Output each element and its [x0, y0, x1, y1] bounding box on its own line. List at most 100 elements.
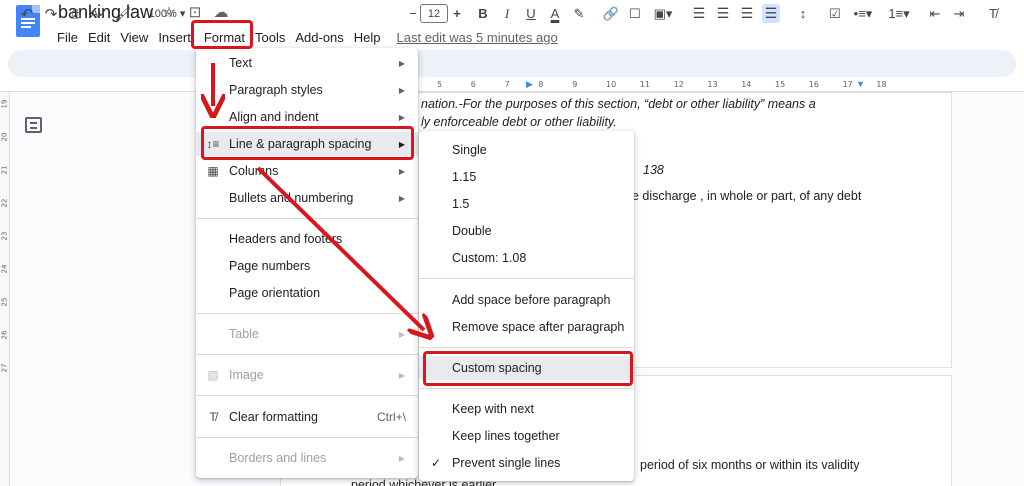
format-menu: Text ▶ Paragraph styles ▶ Align and indent…	[196, 48, 418, 478]
menu-divider	[419, 388, 634, 389]
increase-indent-icon[interactable]: ⇥	[950, 4, 968, 23]
ruler-mark: 11	[639, 80, 650, 89]
remove-space-after-paragraph[interactable]: Remove space after paragraph	[419, 315, 634, 339]
redo-icon[interactable]: ↷	[42, 4, 60, 23]
menu-bar: File Edit View Insert Format Tools Add-o…	[52, 26, 563, 48]
insert-image-icon[interactable]: ▣▾	[650, 4, 676, 23]
doc-line[interactable]: period of six months or within its valid…	[640, 458, 860, 472]
format-menu-item-text[interactable]: Text ▶	[196, 51, 418, 75]
print-icon[interactable]: ⎙	[66, 4, 84, 23]
submenu-arrow-icon: ▶	[398, 370, 405, 380]
submenu-arrow-icon: ▶	[398, 166, 405, 176]
format-menu-item-paragraph-styles[interactable]: Paragraph styles ▶	[196, 78, 418, 102]
ruler-mark: 12	[673, 80, 684, 89]
cloud-saved-icon[interactable]: ☁	[212, 3, 230, 21]
line-spacing-icon[interactable]: ↕	[794, 4, 812, 23]
underline-button[interactable]: U	[522, 4, 540, 23]
decrease-font-size-button[interactable]: −	[406, 4, 420, 23]
menu-tools[interactable]: Tools	[250, 30, 290, 45]
menu-add-ons[interactable]: Add-ons	[290, 30, 348, 45]
add-space-before-paragraph[interactable]: Add space before paragraph	[419, 288, 634, 312]
submenu-arrow-icon: ▶	[398, 329, 405, 339]
zoom-select[interactable]: 100% ▾	[146, 4, 188, 23]
paint-format-icon[interactable]: 🖌	[114, 4, 132, 23]
insert-link-icon[interactable]: 🔗	[602, 4, 620, 23]
vertical-ruler-mark: 25	[0, 297, 9, 307]
align-justify-icon[interactable]: ☰	[762, 4, 780, 23]
submenu-arrow-icon: ▶	[398, 85, 405, 95]
columns-icon: ▦	[207, 164, 219, 178]
format-menu-item-columns[interactable]: ▦ Columns ▶	[196, 159, 418, 183]
menu-help[interactable]: Help	[349, 30, 386, 45]
ruler-mark: 17	[842, 80, 853, 89]
move-to-folder-icon[interactable]: ⊡	[186, 3, 204, 21]
format-menu-item-clear-formatting[interactable]: T̸ Clear formatting Ctrl+\	[196, 405, 418, 429]
spellcheck-icon[interactable]: A✓	[90, 4, 108, 23]
spacing-option-double[interactable]: Double	[419, 219, 634, 243]
spacing-option-1-5[interactable]: 1.5	[419, 192, 634, 216]
spacing-option-single[interactable]: Single	[419, 138, 634, 162]
menu-divider	[419, 347, 634, 348]
clear-formatting-icon: T̸	[209, 410, 217, 424]
add-comment-icon[interactable]: ☐	[626, 4, 644, 23]
doc-line[interactable]: nation.-For the purposes of this section…	[421, 97, 816, 111]
menu-divider	[196, 313, 418, 314]
ruler-mark: 16	[808, 80, 819, 89]
menu-view[interactable]: View	[115, 30, 153, 45]
align-right-icon[interactable]: ☰	[738, 4, 756, 23]
doc-line[interactable]: e discharge , in whole or part, of any d…	[632, 189, 861, 203]
prevent-single-lines-option[interactable]: ✓ Prevent single lines	[419, 451, 634, 475]
bulleted-list-icon[interactable]: •≡▾	[850, 4, 876, 23]
spacing-option-custom-value[interactable]: Custom: 1.08	[419, 246, 634, 270]
indent-marker-icon[interactable]: ▶	[526, 79, 533, 90]
vertical-ruler-mark: 23	[0, 231, 9, 241]
align-center-icon[interactable]: ☰	[714, 4, 732, 23]
numbered-list-icon[interactable]: 1≡▾	[886, 4, 912, 23]
text-color-button[interactable]: A	[546, 4, 564, 23]
document-outline-icon[interactable]	[25, 117, 42, 133]
increase-font-size-button[interactable]: +	[450, 4, 464, 23]
doc-line[interactable]: ly enforceable debt or other liability.	[421, 115, 617, 129]
format-menu-item-bullets-numbering[interactable]: Bullets and numbering ▶	[196, 186, 418, 210]
menu-insert[interactable]: Insert	[153, 30, 196, 45]
bold-button[interactable]: B	[474, 4, 492, 23]
keep-lines-together-option[interactable]: Keep lines together	[419, 424, 634, 448]
format-menu-item-headers-footers[interactable]: Headers and footers	[196, 227, 418, 251]
vertical-ruler-mark: 22	[0, 198, 9, 208]
clear-formatting-icon[interactable]: T̸	[984, 4, 1002, 23]
highlight-box-format-menu	[191, 20, 253, 49]
menu-edit[interactable]: Edit	[83, 30, 115, 45]
undo-icon[interactable]: ↶	[18, 4, 36, 23]
keep-with-next-option[interactable]: Keep with next	[419, 397, 634, 421]
submenu-arrow-icon: ▶	[398, 193, 405, 203]
format-menu-item-image: ▨ Image ▶	[196, 363, 418, 387]
menu-divider	[419, 278, 634, 279]
highlight-color-icon[interactable]: ✎	[570, 4, 588, 23]
line-spacing-submenu: Single 1.15 1.5 Double Custom: 1.08 Add …	[419, 131, 634, 481]
decrease-indent-icon[interactable]: ⇤	[926, 4, 944, 23]
vertical-ruler-mark: 20	[0, 132, 9, 142]
checklist-icon[interactable]: ☑	[826, 4, 844, 23]
format-menu-item-page-numbers[interactable]: Page numbers	[196, 254, 418, 278]
format-menu-item-borders-lines: Borders and lines ▶	[229, 451, 405, 465]
menu-file[interactable]: File	[52, 30, 83, 45]
ruler-mark: 7	[504, 80, 510, 89]
submenu-arrow-icon: ▶	[398, 453, 405, 463]
format-menu-item-page-orientation[interactable]: Page orientation	[196, 281, 418, 305]
vertical-ruler-mark: 24	[0, 264, 9, 274]
doc-line[interactable]: 138	[643, 163, 664, 177]
spacing-option-1-15[interactable]: 1.15	[419, 165, 634, 189]
last-edit-link[interactable]: Last edit was 5 minutes ago	[392, 30, 563, 45]
right-indent-marker-icon[interactable]: ▼	[856, 79, 865, 89]
vertical-ruler-mark: 27	[0, 363, 9, 373]
vertical-ruler-mark: 19	[0, 99, 9, 109]
align-left-icon[interactable]: ☰	[690, 4, 708, 23]
italic-button[interactable]: I	[498, 4, 516, 23]
highlight-box-line-spacing	[201, 126, 414, 160]
vertical-ruler-mark: 26	[0, 330, 9, 340]
image-icon: ▨	[207, 368, 219, 382]
vertical-ruler[interactable]: 19 20 21 22 23 24 25 26 27	[0, 92, 10, 486]
font-size-input[interactable]: 12	[420, 4, 448, 23]
ruler-mark: 8	[538, 80, 544, 89]
ruler-mark: 18	[876, 80, 887, 89]
